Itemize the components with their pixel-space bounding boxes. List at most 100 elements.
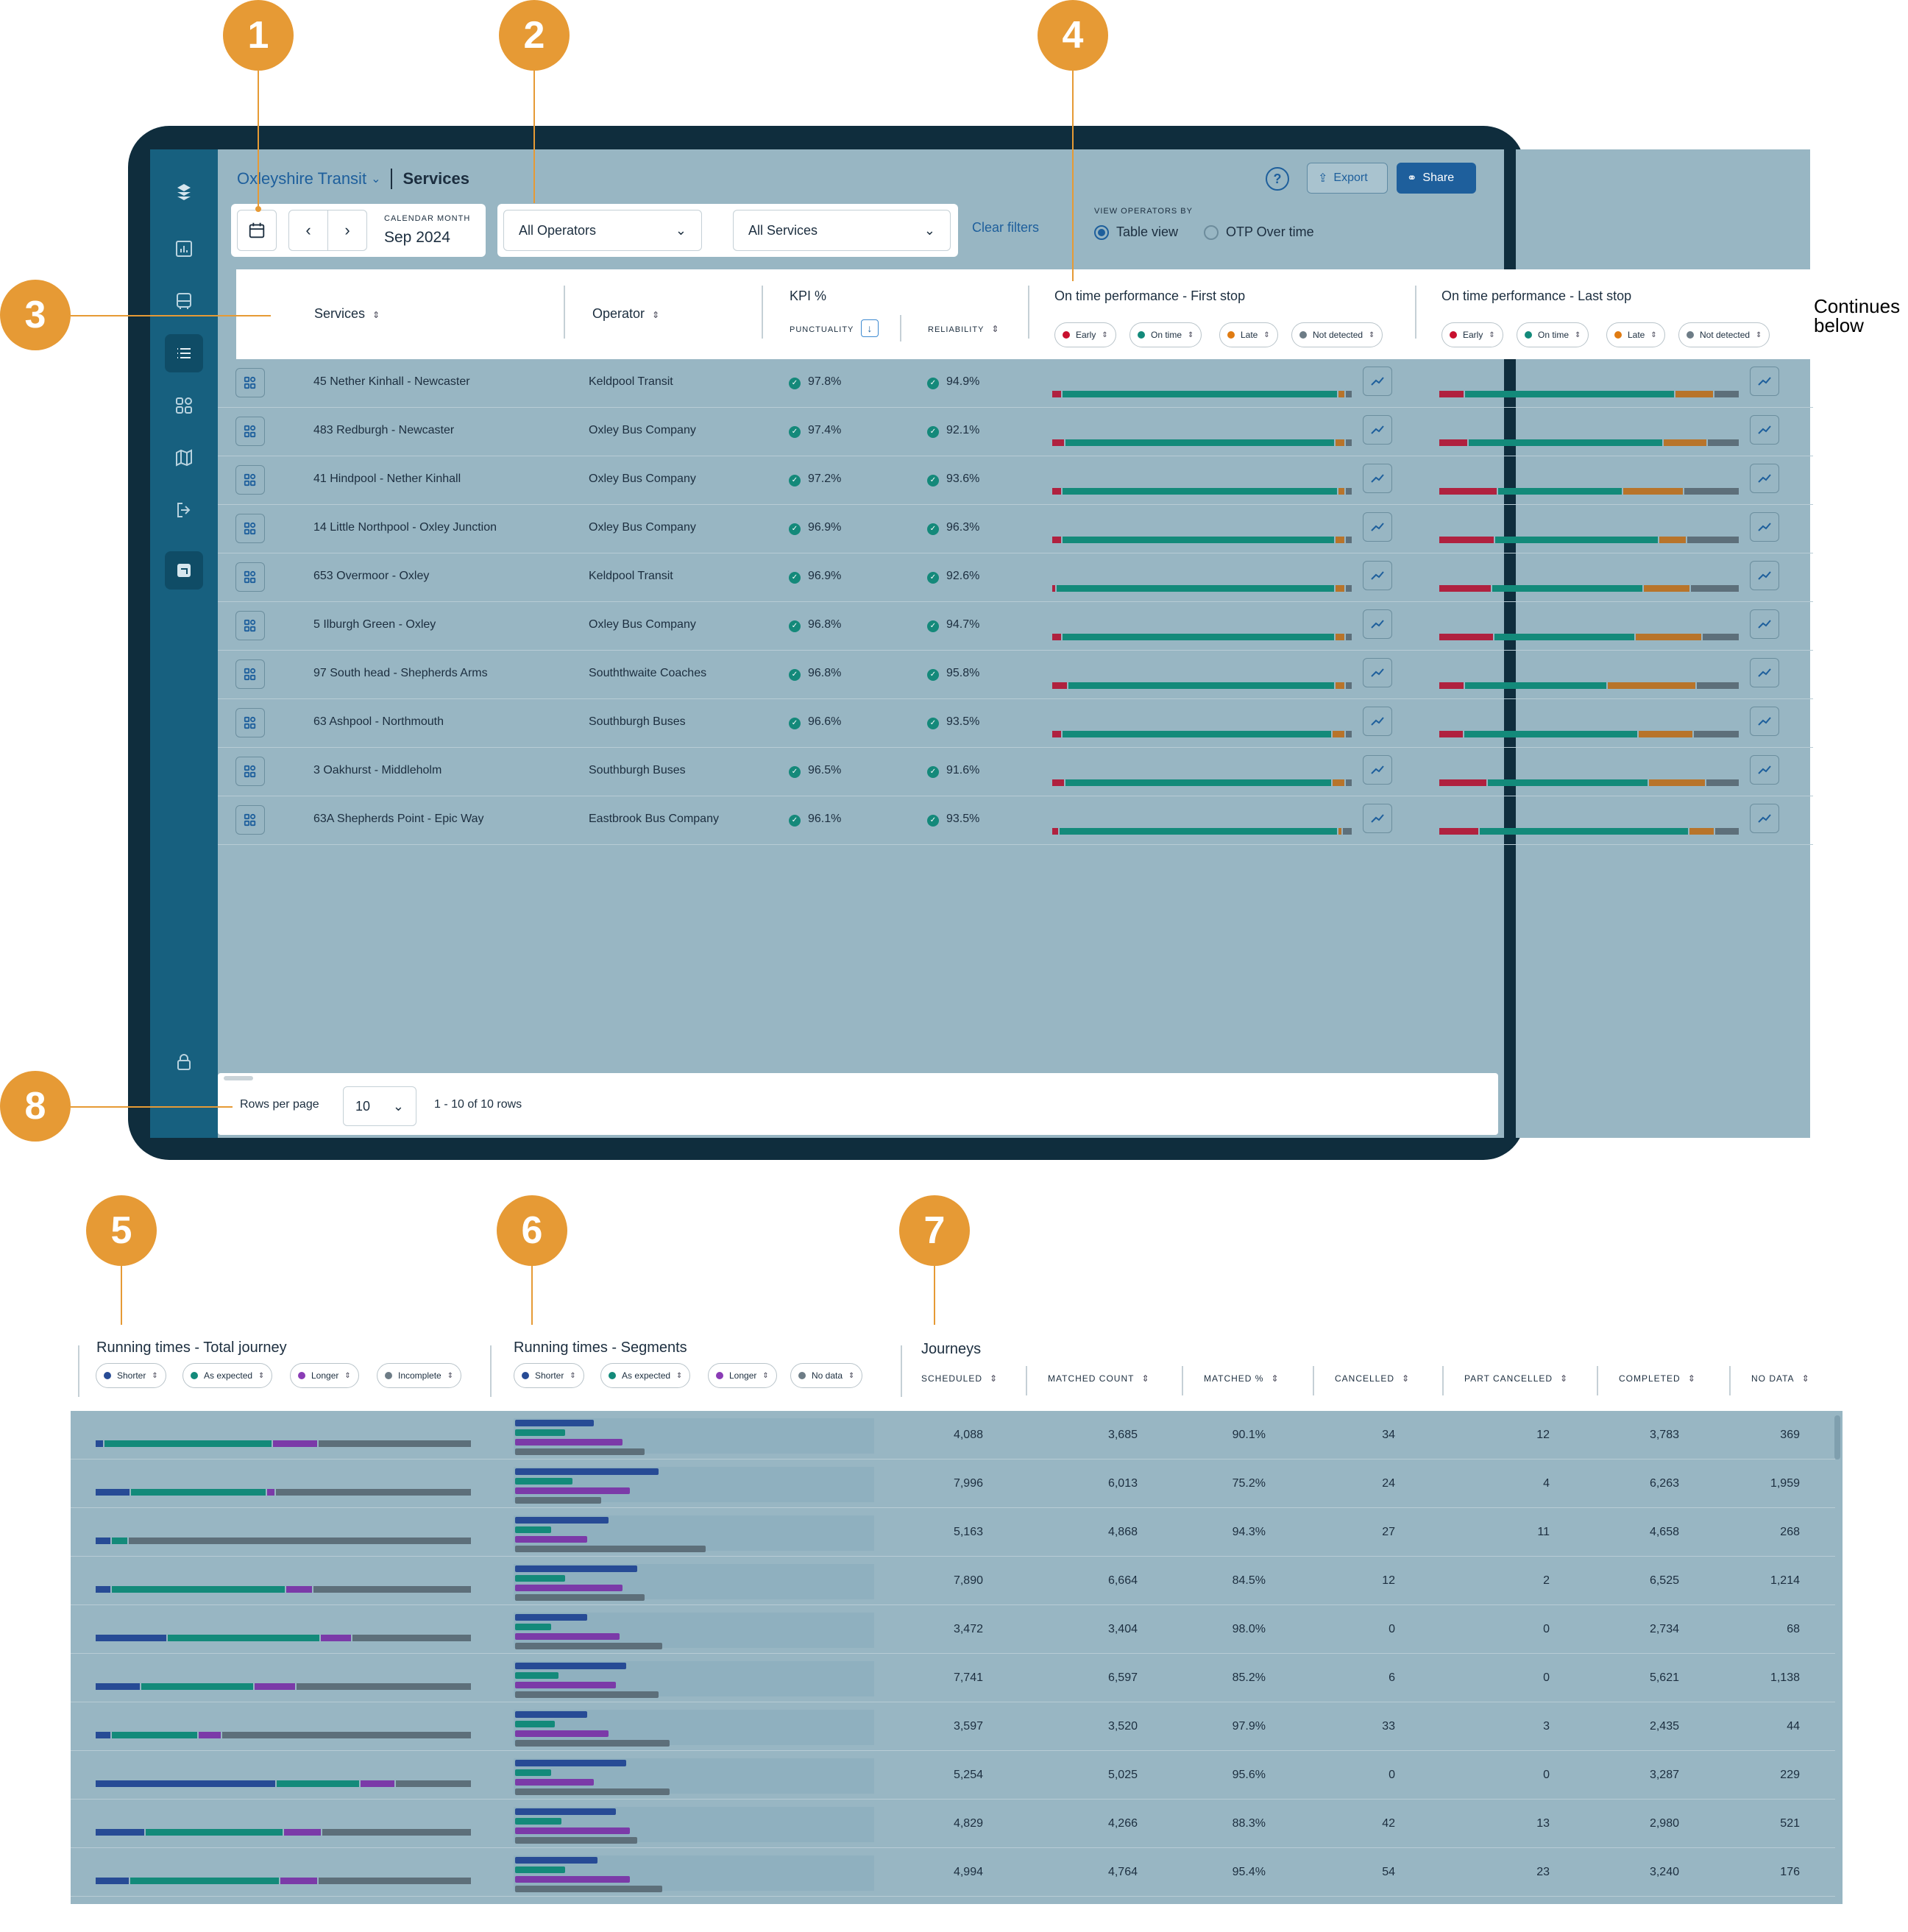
- trend-icon[interactable]: [1750, 658, 1779, 687]
- sort-icon[interactable]: ⇕: [152, 1372, 157, 1380]
- services-select[interactable]: All Services ⌄: [733, 210, 951, 251]
- horizontal-scrollbar[interactable]: [224, 1076, 253, 1080]
- sort-icon[interactable]: ⇕: [570, 1372, 575, 1380]
- logo-icon[interactable]: [165, 173, 203, 211]
- service-details-icon[interactable]: [235, 562, 265, 592]
- service-name[interactable]: 41 Hindpool - Nether Kinhall: [313, 473, 461, 486]
- sort-icon[interactable]: ⇕: [344, 1372, 350, 1380]
- table-row[interactable]: 45 Nether Kinhall - Newcaster Keldpool Tr…: [218, 359, 1813, 408]
- filter-chip-longer[interactable]: Longer ⇕: [708, 1363, 777, 1388]
- sort-icon[interactable]: ⇕: [1688, 1373, 1696, 1384]
- grid-icon[interactable]: [165, 386, 203, 425]
- sort-icon[interactable]: ⇕: [1802, 1373, 1810, 1384]
- trend-icon[interactable]: [1750, 804, 1779, 833]
- lower-table-row[interactable]: 7,996 6,013 75.2% 24 4 6,263 1,959: [71, 1459, 1835, 1508]
- chevron-right-icon[interactable]: ›: [327, 210, 367, 251]
- export-button[interactable]: ⇪ Export: [1307, 163, 1388, 194]
- trend-icon[interactable]: [1363, 415, 1392, 445]
- trend-icon[interactable]: [1750, 512, 1779, 542]
- filter-chip-on-time[interactable]: On time ⇕: [1129, 322, 1202, 347]
- table-row[interactable]: 97 South head - Shepherds Arms Souththwai…: [218, 651, 1813, 699]
- trend-icon[interactable]: [1363, 658, 1392, 687]
- trend-icon[interactable]: [1750, 755, 1779, 785]
- trend-icon[interactable]: [1750, 367, 1779, 396]
- radio-otp-over-time[interactable]: OTP Over time: [1204, 224, 1314, 240]
- filter-chip-not-detected[interactable]: Not detected ⇕: [1291, 322, 1383, 347]
- service-details-icon[interactable]: [235, 708, 265, 737]
- col-matched-[interactable]: MATCHED % ⇕: [1204, 1373, 1280, 1384]
- sort-icon[interactable]: ⇕: [1369, 331, 1375, 339]
- trend-icon[interactable]: [1363, 609, 1392, 639]
- service-details-icon[interactable]: [235, 659, 265, 689]
- service-name[interactable]: 483 Redburgh - Newcaster: [313, 424, 454, 437]
- radio-unselected[interactable]: [1204, 224, 1219, 240]
- lower-table-row[interactable]: 4,088 3,685 90.1% 34 12 3,783 369: [71, 1411, 1835, 1459]
- sort-icon[interactable]: ⇕: [1141, 1373, 1149, 1384]
- chart-icon[interactable]: [165, 230, 203, 268]
- col-part-cancelled[interactable]: PART CANCELLED ⇕: [1464, 1373, 1568, 1384]
- lower-table-row[interactable]: 5,163 4,868 94.3% 27 11 4,658 268: [71, 1508, 1835, 1557]
- table-row[interactable]: 14 Little Northpool - Oxley Junction Oxle…: [218, 505, 1813, 553]
- org-switcher[interactable]: Oxleyshire Transit: [237, 169, 366, 188]
- sort-icon[interactable]: ⇕: [848, 1372, 854, 1380]
- sort-icon[interactable]: ⇕: [990, 1373, 998, 1384]
- filter-chip-longer[interactable]: Longer ⇕: [290, 1363, 359, 1388]
- table-row[interactable]: 5 Ilburgh Green - Oxley Oxley Bus Company…: [218, 602, 1813, 651]
- sort-icon[interactable]: ⇕: [372, 310, 380, 320]
- service-name[interactable]: 45 Nether Kinhall - Newcaster: [313, 375, 470, 389]
- sort-icon[interactable]: ⇕: [762, 1372, 768, 1380]
- filter-chip-on-time[interactable]: On time ⇕: [1517, 322, 1589, 347]
- clear-filters-link[interactable]: Clear filters: [972, 220, 1039, 236]
- lower-table-row[interactable]: 3,597 3,520 97.9% 33 3 2,435 44: [71, 1702, 1835, 1751]
- trend-icon[interactable]: [1750, 561, 1779, 590]
- service-details-icon[interactable]: [235, 465, 265, 495]
- radio-selected[interactable]: [1094, 224, 1109, 240]
- col-punctuality[interactable]: PUNCTUALITY ↓: [790, 319, 879, 337]
- trend-icon[interactable]: [1750, 707, 1779, 736]
- sort-icon[interactable]: ⇕: [676, 1372, 682, 1380]
- rows-per-page-select[interactable]: 10 ⌄: [343, 1086, 416, 1126]
- service-details-icon[interactable]: [235, 805, 265, 835]
- trend-icon[interactable]: [1363, 561, 1392, 590]
- filter-chip-as-expected[interactable]: As expected ⇕: [182, 1363, 273, 1388]
- table-row[interactable]: 63 Ashpool - Northmouth Southburgh Buses ✓…: [218, 699, 1813, 748]
- trend-icon[interactable]: [1363, 804, 1392, 833]
- chevron-left-icon[interactable]: ‹: [288, 210, 328, 251]
- lower-table-row[interactable]: 5,254 5,025 95.6% 0 0 3,287 229: [71, 1751, 1835, 1800]
- service-details-icon[interactable]: [235, 417, 265, 446]
- col-cancelled[interactable]: CANCELLED ⇕: [1335, 1373, 1410, 1384]
- table-row[interactable]: 3 Oakhurst - Middleholm Southburgh Buses ✓…: [218, 748, 1813, 796]
- service-name[interactable]: 653 Overmoor - Oxley: [313, 570, 429, 583]
- operators-select[interactable]: All Operators ⌄: [503, 210, 702, 251]
- map-icon[interactable]: [165, 439, 203, 477]
- col-services[interactable]: Services ⇕: [314, 306, 380, 322]
- sort-icon[interactable]: ⇕: [1102, 331, 1107, 339]
- col-operator[interactable]: Operator ⇕: [592, 306, 659, 322]
- trend-icon[interactable]: [1363, 512, 1392, 542]
- trend-icon[interactable]: [1750, 464, 1779, 493]
- table-row[interactable]: 41 Hindpool - Nether Kinhall Oxley Bus Co…: [218, 456, 1813, 505]
- logout-icon[interactable]: [165, 491, 203, 529]
- sort-desc-icon[interactable]: ↓: [861, 319, 879, 337]
- col-no-data[interactable]: NO DATA ⇕: [1751, 1373, 1810, 1384]
- sort-icon[interactable]: ⇕: [991, 324, 999, 334]
- lower-table-row[interactable]: 4,994 4,764 95.4% 54 23 3,240 176: [71, 1848, 1835, 1897]
- sort-icon[interactable]: ⇕: [1560, 1373, 1568, 1384]
- sort-icon[interactable]: ⇕: [1188, 331, 1194, 339]
- filter-chip-early[interactable]: Early ⇕: [1441, 322, 1503, 347]
- service-name[interactable]: 14 Little Northpool - Oxley Junction: [313, 521, 497, 534]
- col-reliability[interactable]: RELIABILITY ⇕: [928, 324, 999, 334]
- service-details-icon[interactable]: [235, 514, 265, 543]
- vertical-scrollbar[interactable]: [1834, 1415, 1840, 1459]
- service-details-icon[interactable]: [235, 611, 265, 640]
- service-name[interactable]: 63A Shepherds Point - Epic Way: [313, 813, 484, 826]
- sort-icon[interactable]: ⇕: [1402, 1373, 1410, 1384]
- col-scheduled[interactable]: SCHEDULED ⇕: [921, 1373, 998, 1384]
- trend-icon[interactable]: [1363, 367, 1392, 396]
- filter-chip-as-expected[interactable]: As expected ⇕: [600, 1363, 691, 1388]
- filter-chip-incomplete[interactable]: Incomplete ⇕: [377, 1363, 462, 1388]
- col-completed[interactable]: COMPLETED ⇕: [1619, 1373, 1696, 1384]
- sort-icon[interactable]: ⇕: [1756, 331, 1762, 339]
- sort-icon[interactable]: ⇕: [1489, 331, 1494, 339]
- trend-icon[interactable]: [1363, 755, 1392, 785]
